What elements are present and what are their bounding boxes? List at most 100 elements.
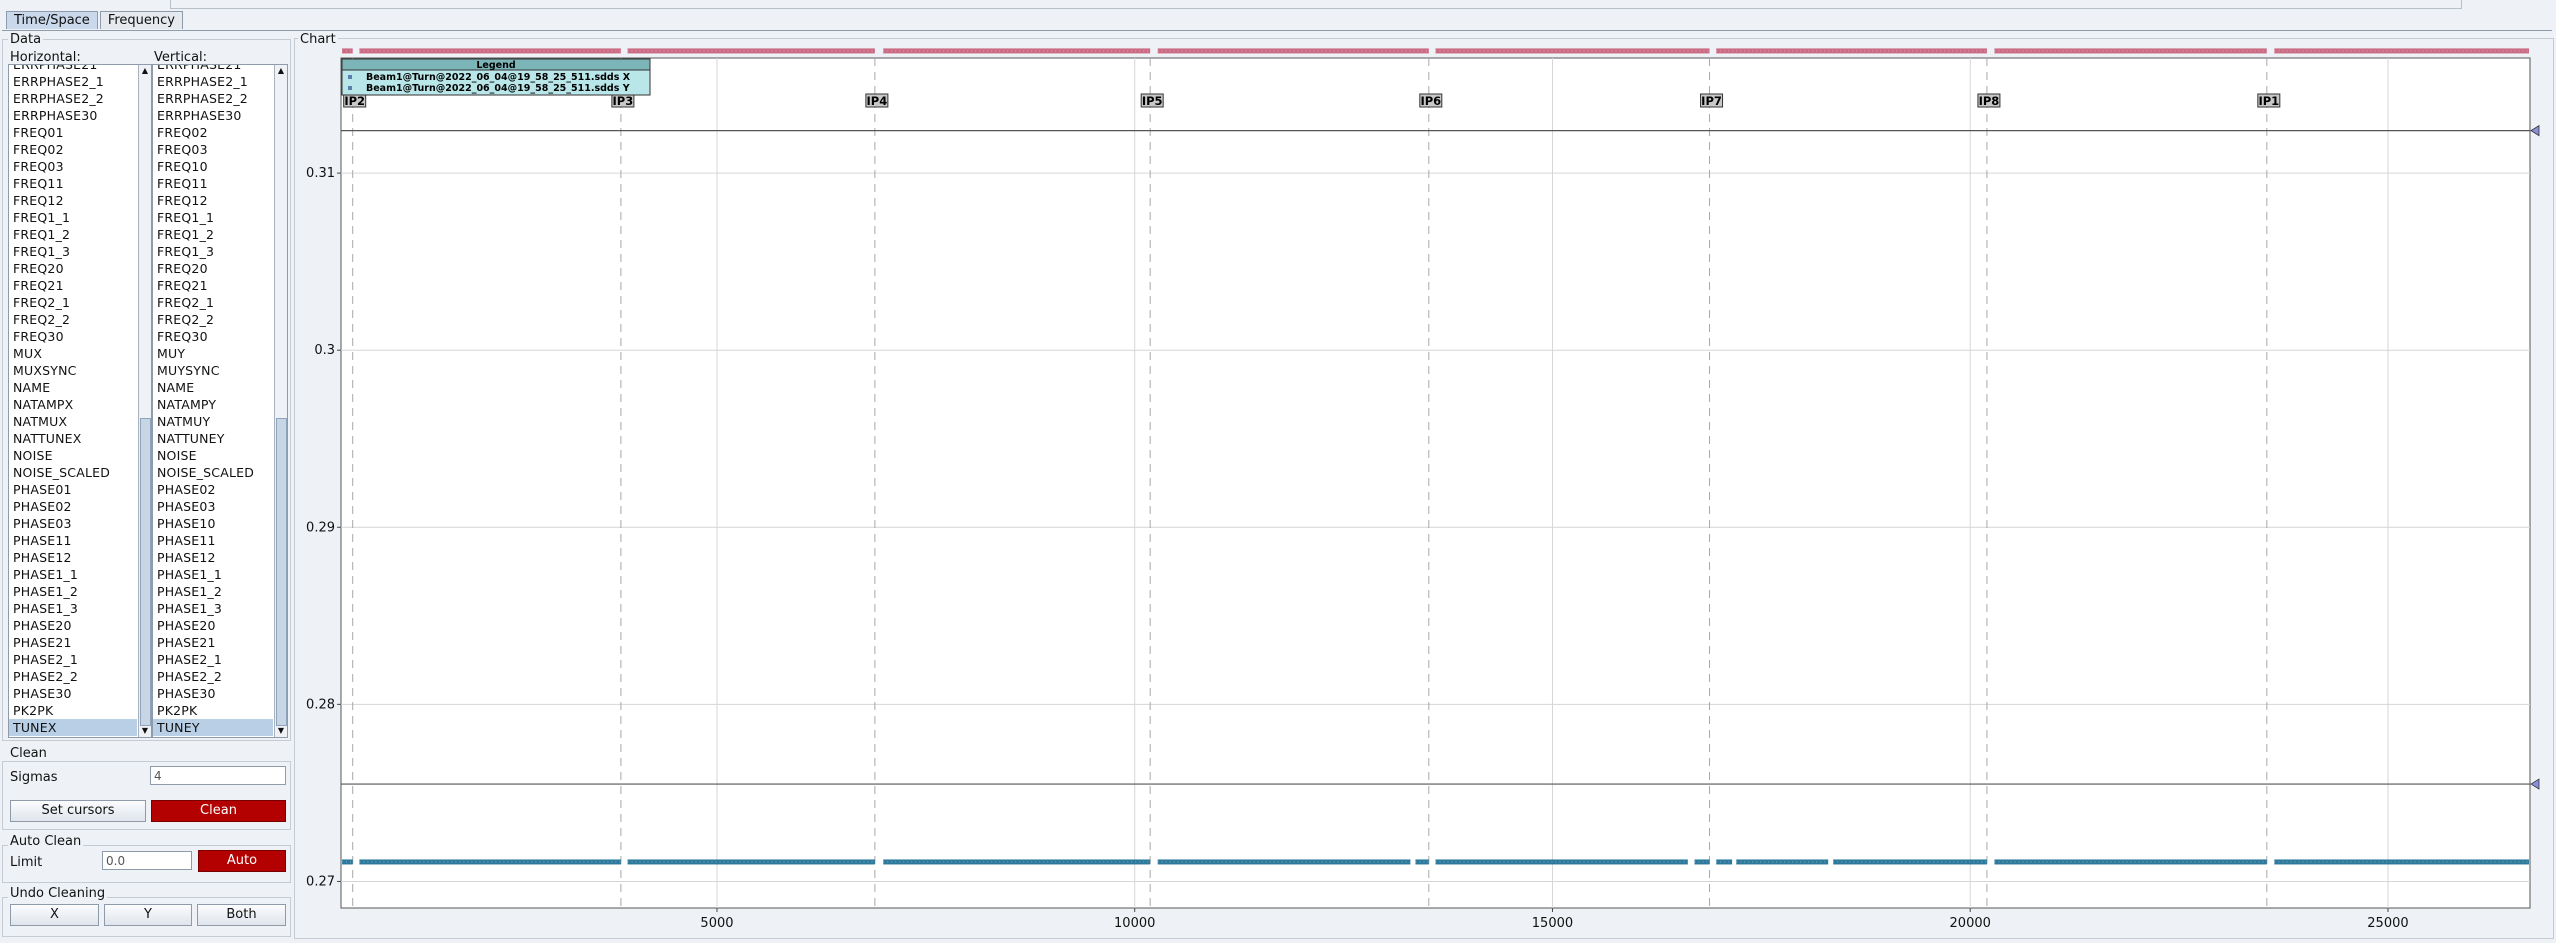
clean-button[interactable]: Clean: [151, 800, 286, 822]
list-item[interactable]: PHASE11: [153, 532, 273, 549]
list-item[interactable]: ERRPHASE2_1: [9, 73, 137, 90]
list-item[interactable]: PHASE02: [9, 498, 137, 515]
list-item[interactable]: FREQ2_2: [9, 311, 137, 328]
limit-field[interactable]: 0.0: [102, 851, 192, 870]
list-item[interactable]: PHASE30: [9, 685, 137, 702]
list-item[interactable]: FREQ2_1: [153, 294, 273, 311]
list-item[interactable]: NATTUNEY: [153, 430, 273, 447]
list-item[interactable]: ERRPHASE30: [153, 107, 273, 124]
list-item[interactable]: FREQ02: [153, 124, 273, 141]
list-item[interactable]: PHASE1_3: [9, 600, 137, 617]
list-item[interactable]: NATAMPX: [9, 396, 137, 413]
list-item[interactable]: FREQ20: [9, 260, 137, 277]
list-item[interactable]: NOISE_SCALED: [9, 464, 137, 481]
list-item[interactable]: FREQ01: [9, 124, 137, 141]
horizontal-scroll-thumb[interactable]: [140, 418, 151, 726]
list-item[interactable]: PHASE21: [9, 634, 137, 651]
horizontal-list-scrollbar[interactable]: ▲ ▼: [138, 65, 151, 737]
sigmas-field[interactable]: 4: [150, 766, 286, 785]
list-item[interactable]: NAME: [153, 379, 273, 396]
list-item[interactable]: MUYSYNC: [153, 362, 273, 379]
list-item[interactable]: PHASE1_2: [153, 583, 273, 600]
list-item[interactable]: NATMUX: [9, 413, 137, 430]
list-item[interactable]: FREQ11: [153, 175, 273, 192]
list-item[interactable]: PHASE01: [9, 481, 137, 498]
list-item[interactable]: PHASE2_1: [153, 651, 273, 668]
vertical-list-scrollbar[interactable]: ▲ ▼: [274, 65, 287, 737]
list-item[interactable]: PHASE1_1: [153, 566, 273, 583]
list-item[interactable]: FREQ2_2: [153, 311, 273, 328]
list-item[interactable]: PHASE02: [153, 481, 273, 498]
list-item[interactable]: NATMUY: [153, 413, 273, 430]
list-item[interactable]: ERRPHASE30: [9, 107, 137, 124]
list-item[interactable]: FREQ1_2: [153, 226, 273, 243]
list-item[interactable]: FREQ30: [153, 328, 273, 345]
horizontal-list[interactable]: ERRPHASE21 ERRPHASE2_1 ERRPHASE2_2 ERRPHASE…: [8, 64, 152, 738]
list-item[interactable]: PHASE2_2: [153, 668, 273, 685]
list-item[interactable]: NAME: [9, 379, 137, 396]
set-cursors-button[interactable]: Set cursors: [10, 800, 146, 822]
list-item[interactable]: FREQ1_1: [9, 209, 137, 226]
list-item[interactable]: FREQ1_3: [9, 243, 137, 260]
list-item[interactable]: FREQ21: [9, 277, 137, 294]
list-item[interactable]: FREQ03: [9, 158, 137, 175]
tab-time-space[interactable]: Time/Space: [6, 11, 98, 29]
list-item[interactable]: TUNEX: [9, 719, 137, 736]
list-item[interactable]: FREQ11: [9, 175, 137, 192]
list-item[interactable]: FREQ1_3: [153, 243, 273, 260]
list-item[interactable]: PHASE12: [153, 549, 273, 566]
auto-button[interactable]: Auto: [198, 850, 286, 872]
list-item[interactable]: PK2PK: [153, 702, 273, 719]
list-item[interactable]: PHASE20: [9, 617, 137, 634]
list-item[interactable]: PHASE10: [153, 515, 273, 532]
list-item[interactable]: PHASE03: [153, 498, 273, 515]
list-item[interactable]: MUY: [153, 345, 273, 362]
scroll-down-icon[interactable]: ▼: [139, 725, 151, 737]
undo-x-button[interactable]: X: [10, 904, 99, 926]
list-item[interactable]: ERRPHASE2_1: [153, 73, 273, 90]
scroll-up-icon[interactable]: ▲: [275, 65, 287, 77]
list-item[interactable]: FREQ10: [153, 158, 273, 175]
list-item[interactable]: FREQ2_1: [9, 294, 137, 311]
list-item[interactable]: FREQ20: [153, 260, 273, 277]
vertical-scroll-thumb[interactable]: [276, 418, 287, 726]
list-item[interactable]: FREQ12: [153, 192, 273, 209]
list-item[interactable]: TUNEY: [153, 719, 273, 736]
list-item[interactable]: FREQ30: [9, 328, 137, 345]
list-item[interactable]: FREQ03: [153, 141, 273, 158]
list-item[interactable]: FREQ1_1: [153, 209, 273, 226]
scroll-down-icon[interactable]: ▼: [275, 725, 287, 737]
list-item[interactable]: NOISE: [9, 447, 137, 464]
list-item[interactable]: PHASE1_3: [153, 600, 273, 617]
scroll-up-icon[interactable]: ▲: [139, 65, 151, 77]
list-item[interactable]: PHASE21: [153, 634, 273, 651]
list-item[interactable]: PHASE12: [9, 549, 137, 566]
tab-frequency[interactable]: Frequency: [99, 11, 183, 29]
list-item[interactable]: PHASE2_2: [9, 668, 137, 685]
list-item[interactable]: PK2PK: [9, 702, 137, 719]
list-item[interactable]: PHASE1_2: [9, 583, 137, 600]
list-item[interactable]: PHASE03: [9, 515, 137, 532]
vertical-list[interactable]: ERRPHASE21 ERRPHASE2_1 ERRPHASE2_2 ERRPHASE…: [152, 64, 288, 738]
list-item[interactable]: ERRPHASE21: [9, 65, 137, 73]
list-item[interactable]: NOISE_SCALED: [153, 464, 273, 481]
list-item[interactable]: FREQ21: [153, 277, 273, 294]
list-item[interactable]: PHASE1_1: [9, 566, 137, 583]
list-item[interactable]: NATAMPY: [153, 396, 273, 413]
list-item[interactable]: MUX: [9, 345, 137, 362]
list-item[interactable]: FREQ1_2: [9, 226, 137, 243]
undo-both-button[interactable]: Both: [197, 904, 286, 926]
list-item[interactable]: ERRPHASE2_2: [153, 90, 273, 107]
list-item[interactable]: FREQ12: [9, 192, 137, 209]
list-item[interactable]: ERRPHASE21: [153, 65, 273, 73]
list-item[interactable]: NATTUNEX: [9, 430, 137, 447]
list-item[interactable]: PHASE30: [153, 685, 273, 702]
undo-y-button[interactable]: Y: [104, 904, 192, 926]
list-item[interactable]: PHASE11: [9, 532, 137, 549]
list-item[interactable]: ERRPHASE2_2: [9, 90, 137, 107]
list-item[interactable]: PHASE2_1: [9, 651, 137, 668]
list-item[interactable]: MUXSYNC: [9, 362, 137, 379]
list-item[interactable]: FREQ02: [9, 141, 137, 158]
list-item[interactable]: PHASE20: [153, 617, 273, 634]
list-item[interactable]: NOISE: [153, 447, 273, 464]
